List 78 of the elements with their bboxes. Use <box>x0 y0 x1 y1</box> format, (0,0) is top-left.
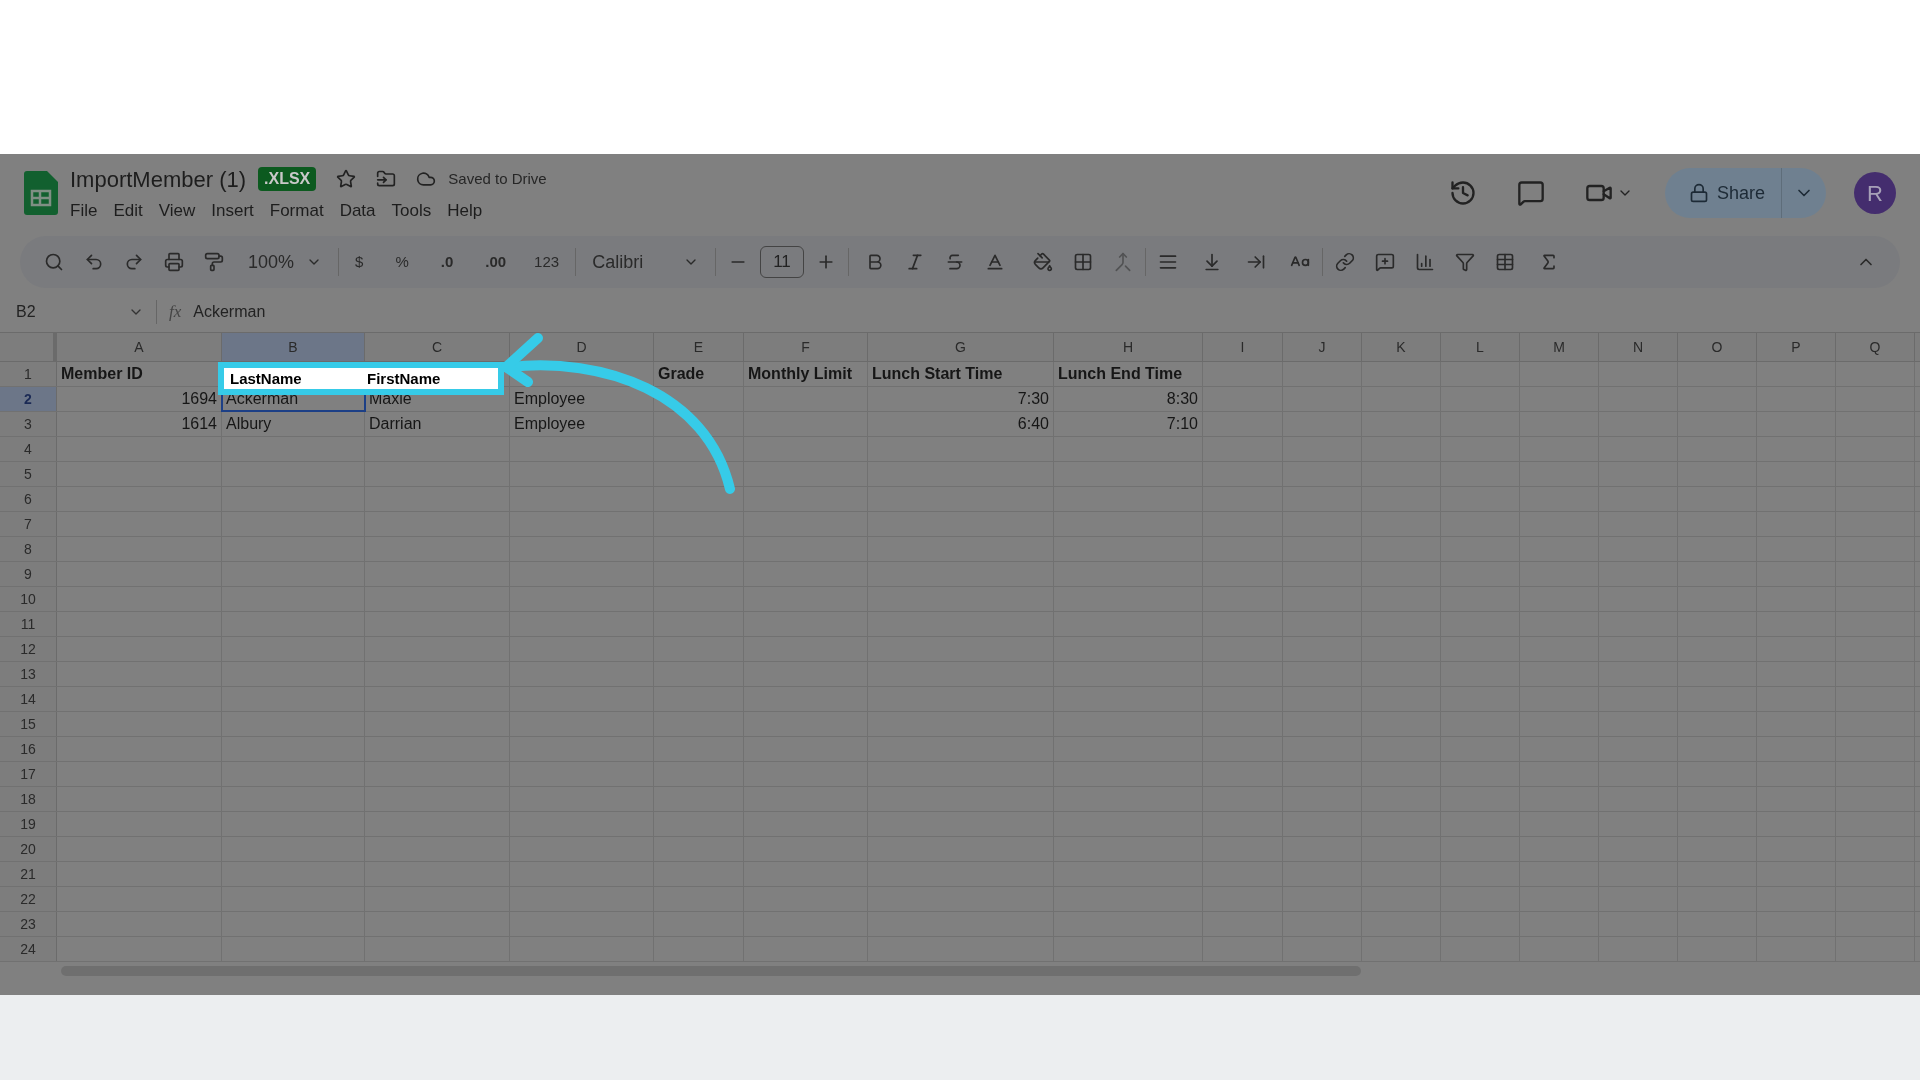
folder-icon[interactable] <box>376 169 397 190</box>
menu-item[interactable]: Data <box>339 197 376 224</box>
function-icon: fx <box>169 299 182 325</box>
formula-field[interactable]: Ackerman <box>193 300 266 324</box>
column-header[interactable]: E <box>654 333 744 361</box>
chart-icon[interactable] <box>1414 252 1435 272</box>
table-icon[interactable] <box>1494 252 1515 272</box>
table-cell-text: Employee <box>514 389 586 409</box>
increase-decimals-button[interactable]: .00 <box>481 250 511 274</box>
column-header[interactable]: L <box>1441 333 1520 361</box>
table-cell-text: Grade <box>658 364 705 384</box>
filter-icon[interactable] <box>1454 252 1475 272</box>
table-cell-text: 1694 <box>181 389 217 409</box>
lock-icon <box>1688 183 1709 203</box>
cell-reference-field[interactable]: B2 <box>16 300 116 324</box>
file-format-badge: .XLSX <box>258 167 317 192</box>
table-cell-text: 7:30 <box>1017 389 1049 409</box>
column-header[interactable]: O <box>1678 333 1757 361</box>
borders-icon[interactable] <box>1072 252 1093 272</box>
column-header[interactable]: J <box>1283 333 1362 361</box>
currency-format-button[interactable]: $ <box>351 250 368 274</box>
decrease-decimals-button[interactable]: .0 <box>436 250 458 274</box>
star-icon[interactable] <box>336 169 357 190</box>
table-cell-text: Lunch End Time <box>1058 364 1183 384</box>
table-cell-text: Ackerman <box>226 389 299 409</box>
column-header[interactable]: N <box>1599 333 1678 361</box>
paint-format-icon[interactable] <box>204 252 224 272</box>
align-icon[interactable] <box>1157 252 1178 272</box>
menu-item[interactable]: View <box>158 197 196 224</box>
column-header[interactable]: G <box>868 333 1054 361</box>
table-cell-text: Lunch Start Time <box>872 364 1003 384</box>
menu-item[interactable]: Tools <box>391 197 432 224</box>
table-cell-text: Employee <box>514 414 586 434</box>
column-header[interactable]: K <box>1362 333 1441 361</box>
column-header[interactable]: P <box>1757 333 1836 361</box>
comment-icon[interactable] <box>1516 179 1545 207</box>
column-header[interactable]: C <box>365 333 510 361</box>
table-cell-text: LastName <box>229 369 303 389</box>
save-status: Saved to Drive <box>448 169 547 189</box>
percent-format-button[interactable]: % <box>391 250 413 274</box>
search-icon[interactable] <box>44 252 64 272</box>
column-header[interactable]: H <box>1054 333 1203 361</box>
account-avatar[interactable]: R <box>1854 172 1896 214</box>
menu-item[interactable]: Help <box>447 197 483 224</box>
table-cell-text: FirstName <box>366 369 442 389</box>
table-cell-text: Member ID <box>61 364 143 384</box>
table-cell-text: 1614 <box>181 414 217 434</box>
menu-item[interactable]: Insert <box>211 197 254 224</box>
link-icon[interactable] <box>1334 252 1355 272</box>
font-select[interactable]: Calibri <box>588 248 704 276</box>
number-format-button[interactable]: 123 <box>530 250 564 274</box>
print-icon[interactable] <box>164 252 184 272</box>
column-header[interactable]: M <box>1520 333 1599 361</box>
table-cell-text: 6:40 <box>1017 414 1049 434</box>
row-header[interactable]: 2 <box>0 387 57 411</box>
table-cell-text: 8:30 <box>1166 389 1198 409</box>
column-header[interactable]: F <box>744 333 868 361</box>
table-cell-text: Albury <box>226 414 272 434</box>
add-comment-icon[interactable] <box>1374 252 1395 272</box>
column-header[interactable]: I <box>1203 333 1283 361</box>
menu-item[interactable]: Edit <box>113 197 143 224</box>
table-cell-text: Monthly Limit <box>748 364 852 384</box>
font-size-field[interactable]: 11 <box>760 246 804 278</box>
spreadsheet-logo[interactable] <box>24 171 58 215</box>
column-header[interactable]: B <box>222 333 365 361</box>
column-header[interactable]: Q <box>1836 333 1915 361</box>
table-cell-text: Darrian <box>369 414 422 434</box>
redo-icon[interactable] <box>124 252 144 272</box>
column-header[interactable]: D <box>510 333 654 361</box>
zoom-select[interactable]: 100% <box>244 248 327 276</box>
table-cell-text: 7:10 <box>1166 414 1198 434</box>
undo-icon[interactable] <box>84 252 104 272</box>
history-icon[interactable] <box>1448 179 1477 207</box>
menu-item[interactable]: File <box>70 197 98 224</box>
menu-item[interactable]: Format <box>269 197 324 224</box>
fill-color-icon[interactable] <box>1032 252 1053 272</box>
text-wrap-icon[interactable] <box>1245 252 1266 272</box>
document-title[interactable]: ImportMember (1) <box>70 162 247 196</box>
